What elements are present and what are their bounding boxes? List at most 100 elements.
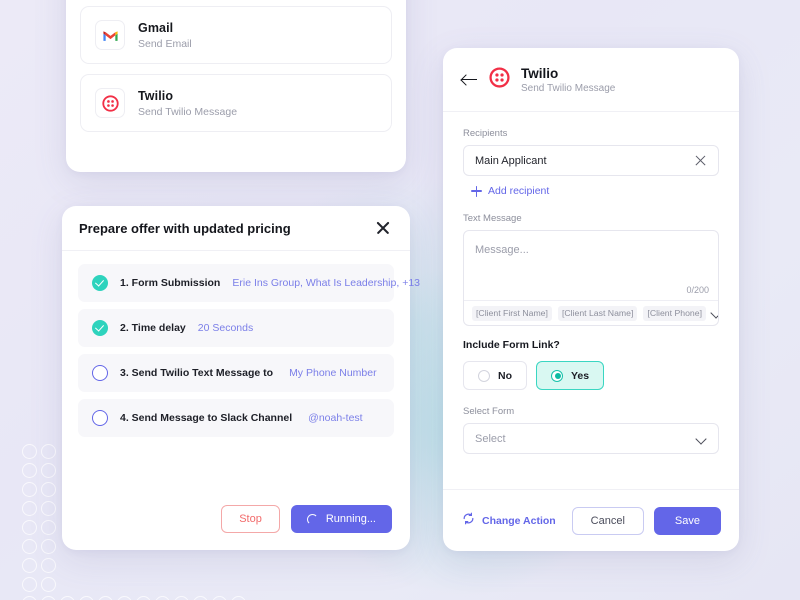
- cancel-button[interactable]: Cancel: [571, 506, 644, 535]
- text-message-label: Text Message: [463, 213, 522, 224]
- radio-option-no[interactable]: No: [463, 361, 527, 390]
- decorative-dot: [41, 520, 56, 535]
- action-subtitle: Send Email: [138, 37, 192, 50]
- include-form-link-label: Include Form Link?: [463, 339, 560, 351]
- merge-token[interactable]: [Client Phone]: [643, 305, 706, 321]
- change-action-button[interactable]: Change Action: [462, 512, 556, 530]
- chevron-down-icon[interactable]: [697, 434, 707, 444]
- close-icon[interactable]: [374, 219, 392, 237]
- running-button-label: Running...: [325, 513, 376, 525]
- step-link[interactable]: My Phone Number: [289, 367, 377, 379]
- add-recipient-label: Add recipient: [488, 185, 550, 197]
- decorative-dot: [41, 558, 56, 573]
- decorative-dot: [41, 444, 56, 459]
- step-status-complete-icon: [92, 320, 108, 336]
- recipients-input[interactable]: Main Applicant: [463, 145, 719, 176]
- decorative-dot: [155, 596, 170, 600]
- decorative-dot: [79, 596, 94, 600]
- message-textarea[interactable]: Message...: [464, 231, 718, 285]
- merge-token[interactable]: [Client First Name]: [472, 305, 552, 321]
- text-message-field[interactable]: Message... 0/200 [Client First Name] [Cl…: [463, 230, 719, 326]
- actions-list-card: Conditions Action description Gmail Send…: [66, 0, 406, 172]
- include-form-link-radio-group: No Yes: [463, 361, 719, 390]
- stop-button[interactable]: Stop: [221, 505, 280, 533]
- decorative-dot: [174, 596, 189, 600]
- workflow-run-modal: Prepare offer with updated pricing 1. Fo…: [62, 206, 420, 550]
- gmail-icon: [95, 20, 125, 50]
- recipients-value: Main Applicant: [475, 154, 547, 167]
- twilio-icon: [95, 88, 125, 118]
- run-modal-footer: Stop Running...: [62, 488, 410, 550]
- decorative-dot: [22, 577, 37, 592]
- step-link[interactable]: Erie Ins Group, What Is Leadership, +13: [232, 277, 420, 289]
- decorative-dot: [22, 463, 37, 478]
- plus-icon: [471, 185, 482, 197]
- panel-subtitle: Send Twilio Message: [521, 82, 616, 94]
- action-row-twilio[interactable]: Twilio Send Twilio Message: [80, 74, 392, 132]
- list-item[interactable]: 2. Time delay 20 Seconds: [78, 309, 394, 347]
- decorative-dot: [231, 596, 246, 600]
- twilio-icon: [489, 66, 510, 93]
- chevron-down-icon[interactable]: [712, 308, 718, 318]
- step-link[interactable]: 20 Seconds: [198, 322, 253, 334]
- decorative-dot: [41, 463, 56, 478]
- list-item[interactable]: 4. Send Message to Slack Channel @noah-t…: [78, 399, 394, 437]
- action-row-gmail[interactable]: Gmail Send Email: [80, 6, 392, 64]
- decorative-dot: [22, 596, 37, 600]
- select-form-value: Select: [475, 432, 506, 445]
- merge-token-bar: [Client First Name] [Client Last Name] […: [464, 300, 718, 325]
- decorative-dot: [41, 482, 56, 497]
- twilio-panel-body: Recipients Main Applicant Add recipient …: [443, 112, 739, 489]
- merge-token[interactable]: [Client Last Name]: [557, 305, 638, 321]
- radio-option-yes[interactable]: Yes: [536, 361, 605, 390]
- twilio-panel-header: Twilio Send Twilio Message: [443, 48, 739, 112]
- close-icon[interactable]: [694, 154, 707, 167]
- step-label: 4. Send Message to Slack Channel: [120, 412, 293, 424]
- spinner-icon: [306, 513, 318, 525]
- workflow-steps-list: 1. Form Submission Erie Ins Group, What …: [62, 251, 420, 488]
- running-button[interactable]: Running...: [290, 505, 392, 533]
- step-link[interactable]: @noah-test: [308, 412, 362, 424]
- decorative-dot: [22, 539, 37, 554]
- character-counter: 0/200: [686, 285, 709, 295]
- twilio-config-panel: Twilio Send Twilio Message Recipients Ma…: [443, 48, 739, 551]
- decorative-dot: [41, 501, 56, 516]
- decorative-dot: [60, 596, 75, 600]
- add-recipient-button[interactable]: Add recipient: [471, 185, 719, 197]
- decorative-dot: [212, 596, 227, 600]
- refresh-icon: [462, 512, 475, 530]
- select-form-label: Select Form: [463, 406, 515, 417]
- panel-title: Twilio: [521, 65, 559, 81]
- decorative-dot: [41, 577, 56, 592]
- run-modal-header: Prepare offer with updated pricing: [62, 206, 410, 251]
- decorative-dot: [117, 596, 132, 600]
- step-label: 1. Form Submission: [120, 277, 221, 289]
- decorative-dot: [22, 444, 37, 459]
- decorative-dot: [22, 501, 37, 516]
- select-form-dropdown[interactable]: Select: [463, 423, 719, 454]
- decorative-dot: [136, 596, 151, 600]
- decorative-dot: [22, 482, 37, 497]
- decorative-dot: [41, 596, 56, 600]
- step-status-pending-icon: [92, 365, 108, 381]
- step-label: 2. Time delay: [120, 322, 186, 334]
- step-status-complete-icon: [92, 275, 108, 291]
- action-title: Gmail: [138, 20, 174, 35]
- change-action-label: Change Action: [482, 514, 556, 527]
- action-subtitle: Send Twilio Message: [138, 105, 238, 118]
- decorative-dot: [22, 520, 37, 535]
- decorative-dot: [41, 539, 56, 554]
- recipients-label: Recipients: [463, 128, 508, 139]
- action-title: Twilio: [138, 88, 174, 103]
- app-background: Conditions Action description Gmail Send…: [0, 0, 800, 600]
- back-arrow-icon[interactable]: [462, 73, 478, 86]
- twilio-panel-footer: Change Action Cancel Save: [443, 489, 739, 551]
- decorative-dot: [22, 558, 37, 573]
- radio-icon: [478, 369, 490, 382]
- list-item[interactable]: 1. Form Submission Erie Ins Group, What …: [78, 264, 420, 302]
- save-button[interactable]: Save: [653, 506, 721, 535]
- page-title: Prepare offer with updated pricing: [79, 220, 291, 236]
- list-item[interactable]: 3. Send Twilio Text Message to My Phone …: [78, 354, 394, 392]
- decorative-dot: [98, 596, 113, 600]
- radio-icon-selected: [551, 369, 563, 382]
